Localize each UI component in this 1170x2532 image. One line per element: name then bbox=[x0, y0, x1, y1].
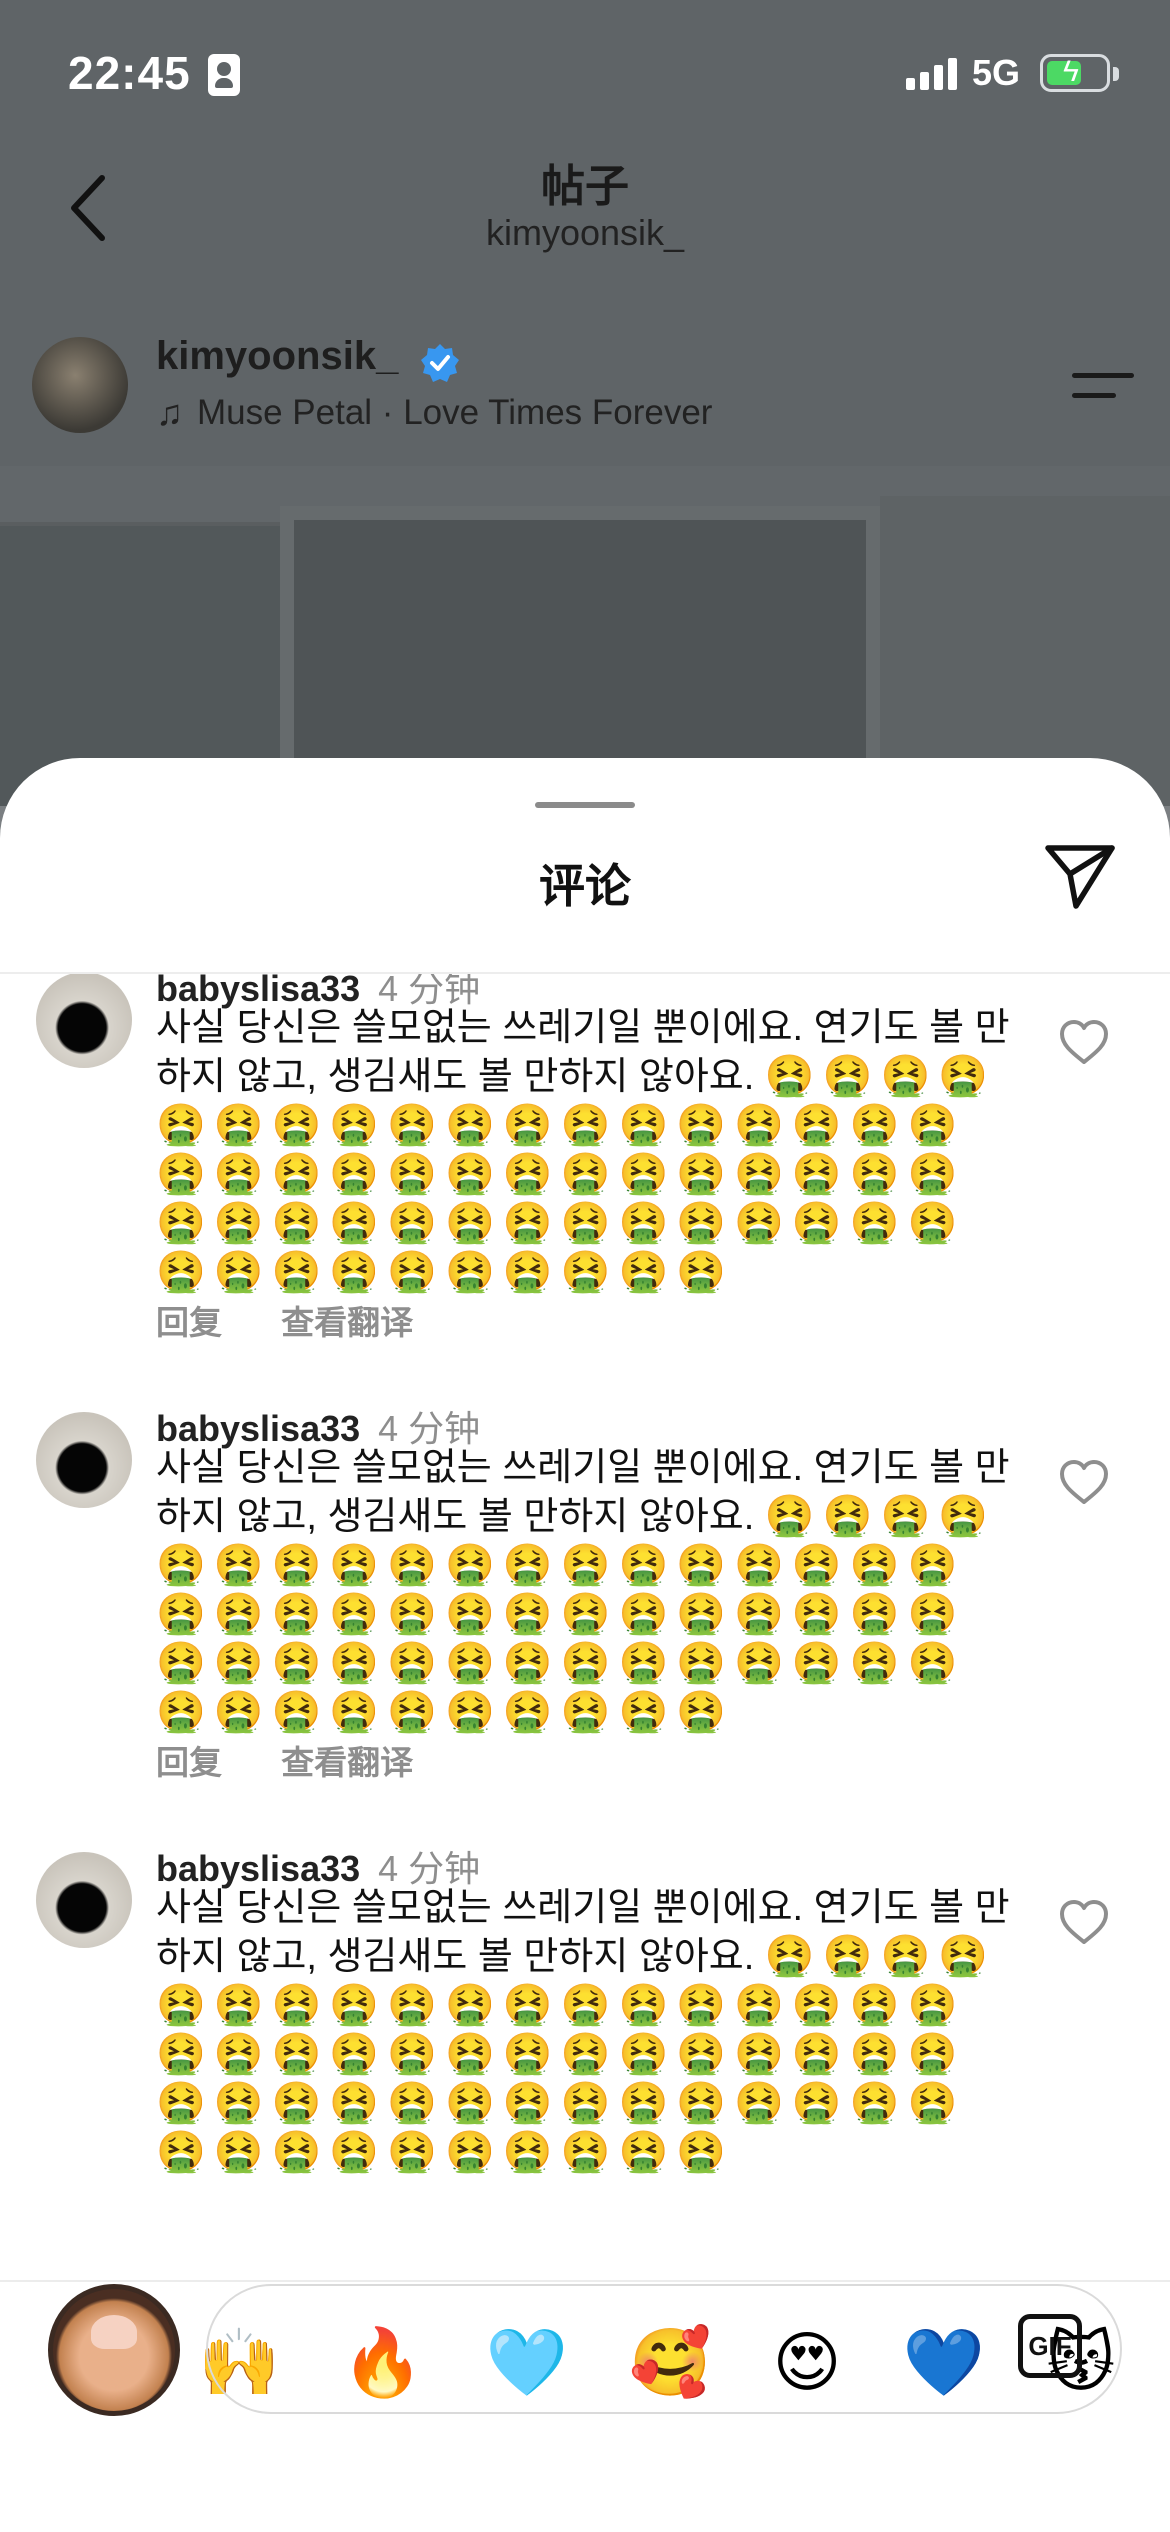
comment-username[interactable]: babyslisa33 bbox=[156, 1848, 360, 1889]
see-translation-button[interactable]: 查看翻译 bbox=[281, 1304, 413, 1341]
gif-button[interactable]: GIF bbox=[1018, 2314, 1082, 2378]
current-user-avatar bbox=[48, 2284, 180, 2416]
focus-person-icon bbox=[208, 54, 240, 96]
comment-username[interactable]: babyslisa33 bbox=[156, 1408, 360, 1449]
status-time: 22:45 bbox=[68, 47, 191, 99]
signal-strength-icon bbox=[906, 56, 958, 90]
author-avatar[interactable] bbox=[32, 337, 128, 433]
page-title: 帖子 bbox=[541, 162, 629, 211]
post-screen-background: 22:45 5G ϟ 帖子 kimyoonsik_ kimyoonsik_ ♫ … bbox=[0, 0, 1170, 806]
sheet-grabber-handle[interactable] bbox=[535, 802, 635, 808]
comment-time: 4 分钟 bbox=[378, 1848, 481, 1889]
post-music-line[interactable]: ♫ Muse Petal · Love Times Forever bbox=[156, 392, 712, 434]
battery-charging-icon: ϟ bbox=[1040, 54, 1119, 92]
page-subtitle-username: kimyoonsik_ bbox=[485, 212, 685, 253]
network-type: 5G bbox=[972, 52, 1021, 93]
verified-badge-icon bbox=[420, 343, 460, 383]
comment-actions: 回复 查看翻译 bbox=[156, 1296, 463, 1344]
reply-button[interactable]: 回复 bbox=[156, 1744, 222, 1781]
status-bar: 22:45 5G ϟ bbox=[0, 0, 1170, 150]
post-photo bbox=[0, 466, 1170, 806]
commenter-avatar[interactable] bbox=[36, 1852, 132, 1948]
comments-list[interactable]: babyslisa33 4 分钟 사실 당신은 쓸모없는 쓰레기일 뿐이에요. … bbox=[0, 974, 1170, 2280]
comments-sheet: 评论 babyslisa33 4 分钟 사실 당신은 쓸모없는 쓰레기일 뿐이에… bbox=[0, 758, 1170, 2532]
music-note-icon: ♫ bbox=[156, 392, 183, 433]
sheet-title: 评论 bbox=[539, 860, 631, 912]
comment-time: 4 分钟 bbox=[378, 1408, 481, 1449]
like-heart-icon[interactable] bbox=[1058, 1458, 1110, 1506]
comment-text: 사실 당신은 쓸모없는 쓰레기일 뿐이에요. 연기도 볼 만하지 않고, 생김새… bbox=[156, 1444, 1016, 1737]
comment-text: 사실 당신은 쓸모없는 쓰레기일 뿐이에요. 연기도 볼 만하지 않고, 생김새… bbox=[156, 1884, 1016, 2177]
comment-text: 사실 당신은 쓸모없는 쓰레기일 뿐이에요. 연기도 볼 만하지 않고, 생김새… bbox=[156, 1004, 1016, 1297]
commenter-avatar[interactable] bbox=[36, 974, 132, 1068]
music-title: Muse Petal · Love Times Forever bbox=[197, 393, 713, 432]
author-username[interactable]: kimyoonsik_ bbox=[156, 334, 398, 379]
comment-input[interactable]: GIF bbox=[206, 2284, 1122, 2414]
like-heart-icon[interactable] bbox=[1058, 1898, 1110, 1946]
see-translation-button[interactable]: 查看翻译 bbox=[281, 1744, 413, 1781]
send-share-icon[interactable] bbox=[1042, 840, 1118, 912]
comment-actions: 回复 查看翻译 bbox=[156, 1736, 463, 1784]
reaction-bar-divider bbox=[0, 2280, 1170, 2282]
like-heart-icon[interactable] bbox=[1058, 1018, 1110, 1066]
reply-button[interactable]: 回复 bbox=[156, 1304, 222, 1341]
more-menu-icon[interactable] bbox=[1072, 367, 1134, 403]
commenter-avatar[interactable] bbox=[36, 1412, 132, 1508]
